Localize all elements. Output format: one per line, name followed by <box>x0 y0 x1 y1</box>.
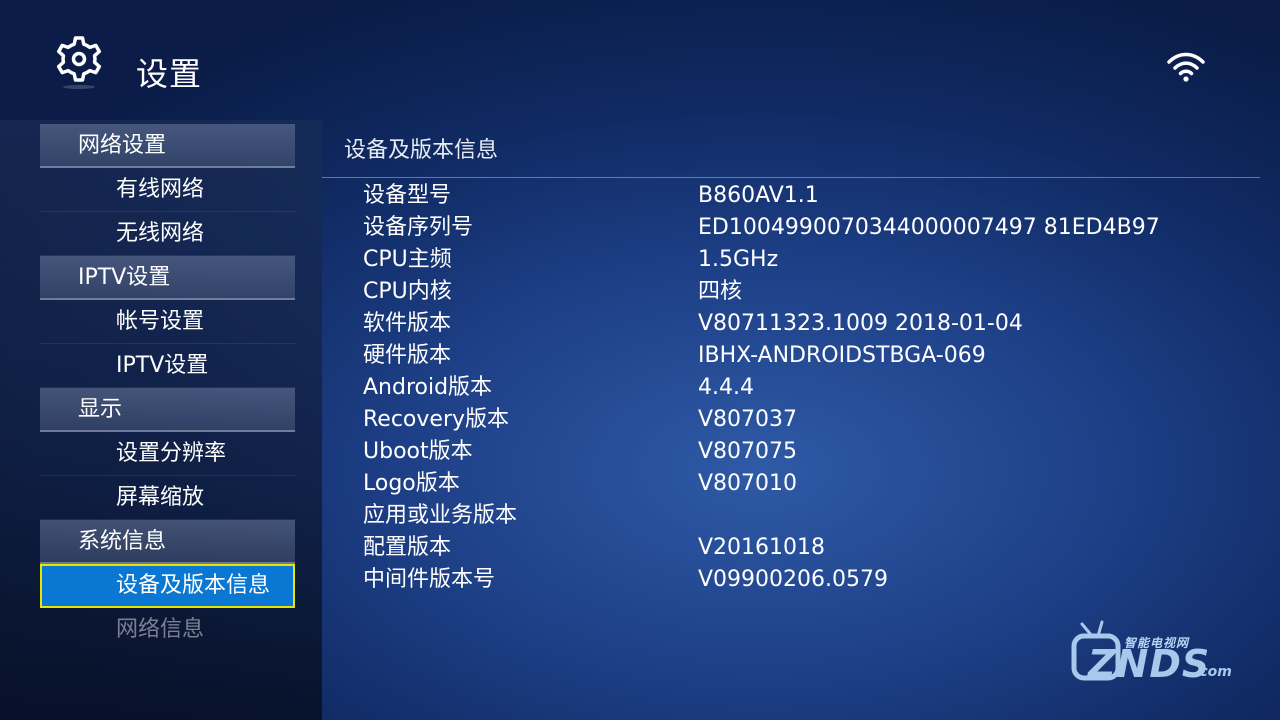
info-value: B860AV1.1 <box>698 183 819 208</box>
info-value: V80711323.1009 2018-01-04 <box>698 311 1023 336</box>
info-row-logo-version: Logo版本 V807010 <box>363 468 1243 500</box>
sidebar-item-screen-zoom[interactable]: 屏幕缩放 <box>40 476 295 520</box>
sidebar-section-network-settings[interactable]: 网络设置 <box>40 124 295 168</box>
info-row-cpu-cores: CPU内核 四核 <box>363 276 1243 308</box>
info-row-config-version: 配置版本 V20161018 <box>363 532 1243 564</box>
info-value: V807010 <box>698 471 798 496</box>
wifi-icon <box>1166 50 1206 84</box>
info-row-middleware-version: 中间件版本号 V09900206.0579 <box>363 564 1243 596</box>
info-label: 中间件版本号 <box>363 567 496 592</box>
header: 设置 <box>0 0 1280 120</box>
info-row-device-model: 设备型号 B860AV1.1 <box>363 180 1243 212</box>
info-label: Recovery版本 <box>363 407 510 432</box>
panel-divider <box>322 177 1260 178</box>
sidebar-section-iptv-settings[interactable]: IPTV设置 <box>40 256 295 300</box>
info-row-serial-number: 设备序列号 ED1004990070344000007497 81ED4B97 <box>363 212 1243 244</box>
page-title: 设置 <box>136 55 203 93</box>
gear-icon <box>50 34 108 92</box>
watermark-domain: .com <box>1194 664 1232 680</box>
info-value: IBHX-ANDROIDSTBGA-069 <box>698 343 986 368</box>
info-label: 硬件版本 <box>363 343 452 368</box>
sidebar-item-device-version-info[interactable]: 设备及版本信息 <box>40 564 295 608</box>
sidebar-item-network-info[interactable]: 网络信息 <box>40 608 295 640</box>
info-value: V807075 <box>698 439 798 464</box>
info-label: CPU主频 <box>363 247 452 272</box>
info-value: V20161018 <box>698 535 826 560</box>
info-row-software-version: 软件版本 V80711323.1009 2018-01-04 <box>363 308 1243 340</box>
sidebar-section-system-info[interactable]: 系统信息 <box>40 520 295 564</box>
info-row-uboot-version: Uboot版本 V807075 <box>363 436 1243 468</box>
sidebar-item-wired-network[interactable]: 有线网络 <box>40 168 295 212</box>
info-row-android-version: Android版本 4.4.4 <box>363 372 1243 404</box>
info-value: V807037 <box>698 407 798 432</box>
info-value: V09900206.0579 <box>698 567 889 592</box>
sidebar-menu: 网络设置 有线网络 无线网络 IPTV设置 帐号设置 IPTV设置 显示 设置分… <box>40 124 295 640</box>
sidebar-item-wireless-network[interactable]: 无线网络 <box>40 212 295 256</box>
info-label: 应用或业务版本 <box>363 503 518 528</box>
sidebar: 网络设置 有线网络 无线网络 IPTV设置 帐号设置 IPTV设置 显示 设置分… <box>0 120 322 720</box>
info-label: 设备序列号 <box>363 215 474 240</box>
panel-title: 设备及版本信息 <box>344 138 499 163</box>
info-value: ED1004990070344000007497 81ED4B97 <box>698 215 1160 240</box>
info-label: Logo版本 <box>363 471 460 496</box>
info-row-hardware-version: 硬件版本 IBHX-ANDROIDSTBGA-069 <box>363 340 1243 372</box>
sidebar-item-resolution[interactable]: 设置分辨率 <box>40 432 295 476</box>
info-label: CPU内核 <box>363 279 452 304</box>
info-value: 四核 <box>698 279 743 304</box>
info-label: 软件版本 <box>363 311 452 336</box>
info-value: 4.4.4 <box>698 375 754 400</box>
info-label: 设备型号 <box>363 183 452 208</box>
watermark-brand: ZNDS <box>1088 642 1211 686</box>
info-label: Uboot版本 <box>363 439 473 464</box>
znds-watermark: 智能电视网 ZNDS .com <box>1068 618 1238 692</box>
info-label: 配置版本 <box>363 535 452 560</box>
info-label: Android版本 <box>363 375 493 400</box>
info-table: 设备型号 B860AV1.1 设备序列号 ED10049900703440000… <box>363 180 1243 596</box>
info-row-recovery-version: Recovery版本 V807037 <box>363 404 1243 436</box>
info-row-cpu-frequency: CPU主频 1.5GHz <box>363 244 1243 276</box>
info-row-app-service-version: 应用或业务版本 <box>363 500 1243 532</box>
sidebar-item-iptv-settings[interactable]: IPTV设置 <box>40 344 295 388</box>
sidebar-section-display[interactable]: 显示 <box>40 388 295 432</box>
sidebar-item-account-settings[interactable]: 帐号设置 <box>40 300 295 344</box>
info-value: 1.5GHz <box>698 247 779 272</box>
